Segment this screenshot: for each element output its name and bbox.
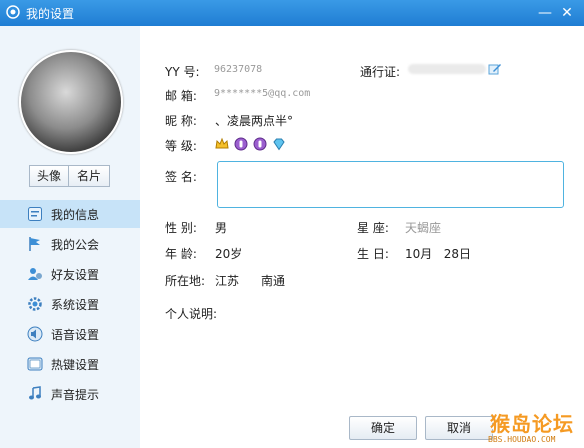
sidebar-item-label: 热键设置	[51, 358, 100, 372]
sidebar: 头像 名片 我的信息 我的公会 好友设置 系统设置 语音设置 热键设置 声音提示	[0, 26, 140, 448]
signature-input[interactable]	[217, 161, 564, 208]
sidebar-item-label: 系统设置	[51, 298, 100, 312]
level-label: 等 级:	[165, 139, 197, 153]
sidebar-item-my-guild[interactable]: 我的公会	[0, 230, 140, 258]
watermark-brand: 猴岛论坛	[490, 412, 574, 436]
close-button[interactable]: ✕	[558, 4, 576, 22]
friends-icon	[28, 268, 42, 280]
purple-medal-icon[interactable]	[234, 137, 248, 151]
birthday-value: 10月 28日	[405, 247, 471, 261]
sidebar-item-label: 声音提示	[51, 388, 100, 402]
sidebar-item-my-info[interactable]: 我的信息	[0, 200, 140, 228]
crown-icon[interactable]	[215, 137, 229, 151]
confirm-button[interactable]: 确定	[349, 416, 417, 440]
location-city: 南通	[261, 274, 286, 288]
yy-number: 96237078	[214, 64, 263, 75]
speaker-icon	[27, 326, 43, 342]
avatar-button[interactable]: 头像	[29, 165, 69, 187]
hotkey-icon	[27, 357, 43, 371]
minimize-button[interactable]: —	[536, 4, 554, 22]
sidebar-item-sound-alerts[interactable]: 声音提示	[0, 380, 140, 408]
app-logo-icon	[6, 5, 20, 19]
cancel-button[interactable]: 取消	[425, 416, 493, 440]
sidebar-item-label: 好友设置	[51, 268, 100, 282]
window-title: 我的设置	[26, 7, 75, 21]
info-card-icon	[28, 207, 42, 221]
title-bar[interactable]: 我的设置 — ✕	[0, 0, 584, 26]
gender-label: 性 别:	[165, 221, 197, 235]
diamond-icon[interactable]	[272, 137, 286, 151]
watermark: 猴岛论坛 BBS.HOUDAO.COM	[486, 406, 584, 448]
sidebar-item-system-settings[interactable]: 系统设置	[0, 290, 140, 318]
passport-value-redacted	[408, 64, 486, 74]
avatar[interactable]	[19, 50, 123, 154]
sidebar-item-hotkey-settings[interactable]: 热键设置	[0, 350, 140, 378]
flag-icon	[29, 237, 40, 251]
yy-label: YY 号:	[165, 65, 200, 79]
sidebar-item-friend-settings[interactable]: 好友设置	[0, 260, 140, 288]
age-value: 20岁	[215, 247, 243, 261]
sidebar-item-label: 我的信息	[51, 208, 100, 222]
sidebar-item-label: 语音设置	[51, 328, 100, 342]
settings-window: 我的设置 — ✕ 头像 名片 我的信息 我的公会 好友设置 系统设置 语音设置 …	[0, 0, 584, 448]
gear-icon	[28, 297, 42, 311]
signature-label: 签 名:	[165, 170, 197, 184]
nickname-value: 、凌晨两点半°	[215, 114, 294, 128]
zodiac-value: 天蝎座	[405, 221, 442, 235]
zodiac-label: 星 座:	[357, 221, 389, 235]
sidebar-item-label: 我的公会	[51, 238, 100, 252]
purple-medal-icon[interactable]	[253, 137, 267, 151]
passport-label: 通行证:	[360, 65, 401, 79]
location-province: 江苏	[215, 274, 240, 288]
sidebar-item-voice-settings[interactable]: 语音设置	[0, 320, 140, 348]
gender-value: 男	[215, 221, 228, 235]
card-button[interactable]: 名片	[68, 165, 110, 187]
profile-panel: YY 号: 96237078 通行证: 邮 箱: 9*******5@qq.co…	[140, 26, 584, 448]
email-label: 邮 箱:	[165, 89, 197, 103]
nickname-label: 昵 称:	[165, 114, 197, 128]
location-label: 所在地:	[165, 274, 206, 288]
description-label: 个人说明:	[165, 307, 218, 321]
age-label: 年 龄:	[165, 247, 197, 261]
edit-pen-icon[interactable]	[488, 62, 502, 76]
watermark-url: BBS.HOUDAO.COM	[488, 435, 556, 444]
birthday-label: 生 日:	[357, 247, 389, 261]
email-value: 9*******5@qq.com	[214, 88, 311, 99]
music-note-icon	[29, 386, 41, 400]
